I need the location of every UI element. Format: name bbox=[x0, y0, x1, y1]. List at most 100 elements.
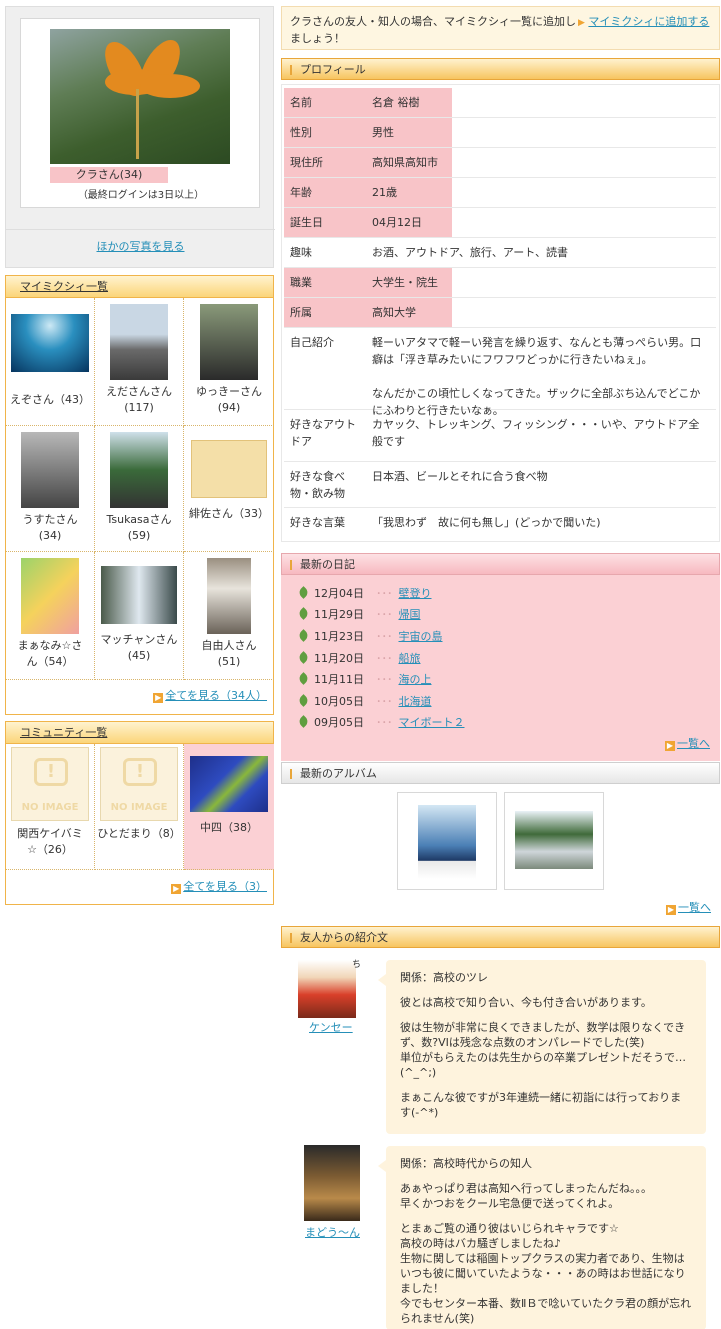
intro-section-title: 友人からの紹介文 bbox=[281, 926, 720, 948]
profile-photo-frame: クラさん(34) （最終ログインは3日以上） bbox=[20, 18, 260, 208]
profile-row: 好きなアウトドア カヤック、トレッキング、フィッシング・・・いや、アウトドア全般で… bbox=[284, 410, 716, 462]
friend-name: うすたさん bbox=[22, 513, 78, 526]
friend-thumb[interactable] bbox=[101, 566, 177, 624]
intro-text: あぁやっぱり君は高知へ行ってしまったんだね。。。 早くかつおをクール宅急便で送っ… bbox=[400, 1182, 653, 1210]
friend-name: まぁなみ☆さ bbox=[17, 639, 83, 652]
friend-name: マッチャンさん bbox=[100, 633, 178, 646]
community-box: コミュニティ一覧 ! NO IMAGE 関西ケイバミ ☆（26） ! NO IM… bbox=[5, 721, 274, 905]
friend-count: (94) bbox=[217, 401, 241, 414]
friend-cell[interactable]: マッチャンさん (45) bbox=[95, 552, 184, 680]
profile-row: 好きな言葉 「我思わず 故に何も無し」(どっかで聞いた) bbox=[290, 516, 601, 529]
profile-photo-panel: クラさん(34) （最終ログインは3日以上） ほかの写真を見る bbox=[5, 6, 275, 268]
friend-thumb[interactable] bbox=[11, 314, 89, 372]
friend-name: 緋佐さん（33） bbox=[189, 507, 269, 520]
community-see-all[interactable]: ▶ 全てを見る（3） bbox=[171, 878, 267, 894]
friend-thumb[interactable] bbox=[207, 558, 251, 634]
friend-thumb[interactable] bbox=[200, 304, 258, 380]
album-list-link[interactable]: ▶ 一覧へ bbox=[666, 899, 711, 915]
arrow-right-icon: ▶ bbox=[153, 693, 164, 703]
friend-cell[interactable]: えださんさん (117) bbox=[95, 298, 184, 426]
avatar-caption-icon: ち bbox=[352, 960, 362, 970]
profile-row: 好きな食べ物・飲み物 日本酒、ビールとそれに合う食べ物 bbox=[284, 462, 716, 508]
community-name: 中四（38） bbox=[200, 821, 258, 834]
intro-relation: 関係：高校時代からの知人 bbox=[400, 1157, 532, 1170]
no-image-placeholder[interactable]: ! NO IMAGE bbox=[100, 747, 178, 821]
community-cell[interactable]: ! NO IMAGE 関西ケイバミ ☆（26） bbox=[6, 744, 95, 870]
friend-cell[interactable]: Tsukasaさん (59) bbox=[95, 426, 184, 552]
friend-avatar[interactable] bbox=[304, 1145, 360, 1221]
intro-text: とまぁご覧の通り彼はいじられキャラです☆ 高校の時はバカ騒ぎしましたね♪ 生物に… bbox=[400, 1222, 692, 1325]
diary-entry: 10月05日 ･･･ 北海道 bbox=[297, 693, 432, 709]
profile-row: 趣味 お酒、アウトドア、旅行、アート、読書 bbox=[284, 238, 716, 268]
arrow-right-icon: ▶ bbox=[666, 905, 676, 915]
profile-row: 所属 高知大学 bbox=[284, 298, 716, 328]
community-count: ☆（26） bbox=[27, 843, 73, 856]
friend-name: えぞさん（43） bbox=[10, 393, 90, 406]
diary-entry: 11月11日 ･･･ 海の上 bbox=[297, 671, 432, 687]
community-cell[interactable]: ! NO IMAGE ひとだまり（8） bbox=[95, 744, 184, 870]
add-mymixi-link[interactable]: ▶ マイミクシィに追加する bbox=[578, 13, 709, 32]
intro-text: 彼は生物が非常に良くできましたが、数学は限りなくできず、数?VIは残念な点数のオ… bbox=[400, 1021, 686, 1079]
community-thumb[interactable] bbox=[190, 756, 268, 812]
friend-link[interactable]: ケンセー bbox=[309, 1019, 353, 1035]
diary-entry: 11月20日 ･･･ 船旅 bbox=[297, 650, 421, 666]
arrow-right-icon: ▶ bbox=[665, 741, 675, 751]
friend-link[interactable]: まどう〜ん bbox=[305, 1224, 360, 1240]
notice-text: クラさんの友人・知人の場合、マイミクシィ一覧に追加しましょう！ bbox=[290, 15, 576, 45]
friend-cell[interactable]: 自由人さん (51) bbox=[184, 552, 274, 680]
friend-name: 自由人さん bbox=[201, 639, 257, 652]
arrow-right-icon: ▶ bbox=[578, 18, 585, 28]
friend-name: Tsukasaさん bbox=[106, 513, 172, 526]
other-photos-link[interactable]: ほかの写真を見る bbox=[97, 240, 185, 253]
friend-count: (59) bbox=[127, 529, 151, 542]
community-cell[interactable]: 中四（38） bbox=[184, 744, 274, 870]
intro-text: まぁこんな彼ですが3年連続一緒に初詣には行っております(-^*) bbox=[400, 1091, 682, 1119]
arrow-right-icon: ▶ bbox=[171, 884, 182, 894]
profile-row: 年齢 21歳 bbox=[284, 178, 716, 208]
friend-count: ん（54） bbox=[26, 655, 74, 668]
diary-entry: 11月23日 ･･･ 宇宙の島 bbox=[297, 628, 443, 644]
profile-row: 誕生日 04月12日 bbox=[284, 208, 716, 238]
diary-entry: 12月04日 ･･･ 壁登り bbox=[297, 585, 432, 601]
profile-row: 名前 名倉 裕樹 bbox=[284, 88, 716, 118]
mymixi-box: マイミクシィ一覧 えぞさん（43） えださんさん (117) ゆっきーさん (9… bbox=[5, 275, 274, 715]
profile-row: 現住所 高知県高知市 bbox=[284, 148, 716, 178]
friend-thumb[interactable] bbox=[110, 304, 168, 380]
leaf-icon bbox=[297, 629, 310, 642]
friend-thumb[interactable] bbox=[191, 440, 267, 498]
friend-cell[interactable]: まぁなみ☆さ ん（54） bbox=[6, 552, 95, 680]
friend-name: ゆっきーさん bbox=[196, 385, 262, 398]
album-thumb[interactable] bbox=[504, 792, 604, 890]
profile-row: 職業 大学生・院生 bbox=[284, 268, 716, 298]
no-image-placeholder[interactable]: ! NO IMAGE bbox=[11, 747, 89, 821]
leaf-icon bbox=[297, 715, 310, 728]
leaf-icon bbox=[297, 694, 310, 707]
friend-cell[interactable]: 緋佐さん（33） bbox=[184, 426, 274, 552]
album-thumb[interactable] bbox=[397, 792, 497, 890]
friend-count: (34) bbox=[38, 529, 62, 542]
friend-cell[interactable]: えぞさん（43） bbox=[6, 298, 95, 426]
friend-thumb[interactable] bbox=[21, 558, 79, 634]
friend-count: (45) bbox=[127, 649, 151, 662]
community-name: 関西ケイバミ bbox=[17, 827, 83, 840]
friend-cell[interactable]: うすたさん (34) bbox=[6, 426, 95, 552]
leaf-icon bbox=[297, 672, 310, 685]
leaf-icon bbox=[297, 651, 310, 664]
mymixi-title[interactable]: マイミクシィ一覧 bbox=[6, 276, 273, 298]
friend-thumb[interactable] bbox=[21, 432, 79, 508]
community-title[interactable]: コミュニティ一覧 bbox=[6, 722, 273, 744]
album-section-title: 最新のアルバム bbox=[281, 762, 720, 784]
profile-name: クラさん(34) bbox=[50, 167, 168, 183]
community-name: ひとだまり（8） bbox=[97, 827, 181, 840]
friend-thumb[interactable] bbox=[110, 432, 168, 508]
profile-section-title: プロフィール bbox=[281, 58, 720, 80]
diary-list-link[interactable]: ▶ 一覧へ bbox=[665, 735, 710, 751]
mymixi-see-all[interactable]: ▶ 全てを見る（34人） bbox=[153, 687, 267, 703]
friend-count: (117) bbox=[124, 401, 154, 414]
profile-photo[interactable] bbox=[50, 29, 230, 164]
friend-avatar[interactable] bbox=[298, 960, 356, 1018]
friend-cell[interactable]: ゆっきーさん (94) bbox=[184, 298, 274, 426]
exclamation-icon: ! bbox=[123, 758, 157, 786]
friend-count: (51) bbox=[217, 655, 241, 668]
leaf-icon bbox=[297, 607, 310, 620]
